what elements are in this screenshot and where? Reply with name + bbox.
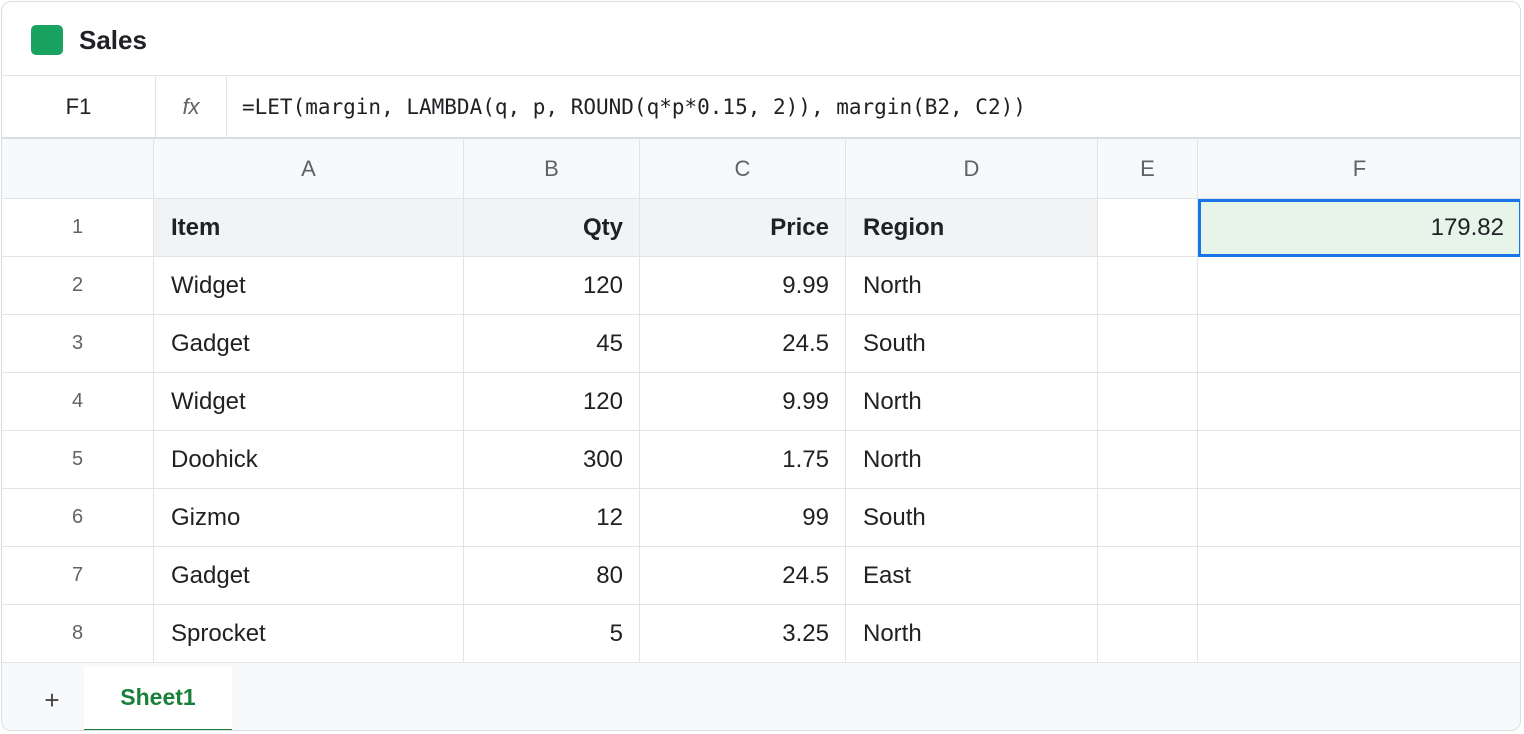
row-header-4[interactable]: 4: [2, 373, 154, 431]
cell-a2[interactable]: Widget: [154, 257, 464, 315]
cell-d2[interactable]: North: [846, 257, 1098, 315]
cell-b5[interactable]: 300: [464, 431, 640, 489]
fx-icon: fx: [156, 76, 227, 137]
cell-f1[interactable]: 179.82: [1198, 199, 1520, 257]
column-header-c[interactable]: C: [640, 139, 846, 199]
cell-a7[interactable]: Gadget: [154, 547, 464, 605]
cell-c3[interactable]: 24.5: [640, 315, 846, 373]
cell-d7[interactable]: East: [846, 547, 1098, 605]
formula-bar: F1 fx =LET(margin, LAMBDA(q, p, ROUND(q*…: [2, 76, 1520, 139]
cell-e7[interactable]: [1098, 547, 1198, 605]
cell-d5[interactable]: North: [846, 431, 1098, 489]
cell-a5[interactable]: Doohick: [154, 431, 464, 489]
cell-f8[interactable]: [1198, 605, 1520, 663]
cell-a4[interactable]: Widget: [154, 373, 464, 431]
row-header-8[interactable]: 8: [2, 605, 154, 663]
cell-b8[interactable]: 5: [464, 605, 640, 663]
cell-f6[interactable]: [1198, 489, 1520, 547]
cell-c8[interactable]: 3.25: [640, 605, 846, 663]
cell-c5[interactable]: 1.75: [640, 431, 846, 489]
cell-f2[interactable]: [1198, 257, 1520, 315]
select-all-corner[interactable]: [2, 139, 154, 199]
cell-d4[interactable]: North: [846, 373, 1098, 431]
tab-sheet1[interactable]: Sheet1: [84, 666, 232, 730]
cell-c2[interactable]: 9.99: [640, 257, 846, 315]
column-header-e[interactable]: E: [1098, 139, 1198, 199]
cell-b7[interactable]: 80: [464, 547, 640, 605]
cell-c6[interactable]: 99: [640, 489, 846, 547]
cell-d8[interactable]: North: [846, 605, 1098, 663]
row-header-3[interactable]: 3: [2, 315, 154, 373]
cell-b2[interactable]: 120: [464, 257, 640, 315]
row-header-5[interactable]: 5: [2, 431, 154, 489]
formula-input[interactable]: =LET(margin, LAMBDA(q, p, ROUND(q*p*0.15…: [242, 76, 1026, 137]
cell-f5[interactable]: [1198, 431, 1520, 489]
title-bar: Sales: [2, 2, 1520, 76]
cell-e4[interactable]: [1098, 373, 1198, 431]
row-header-1[interactable]: 1: [2, 199, 154, 257]
cell-a1[interactable]: Item: [154, 199, 464, 257]
column-header-b[interactable]: B: [464, 139, 640, 199]
column-header-f[interactable]: F: [1198, 139, 1520, 199]
cell-c4[interactable]: 9.99: [640, 373, 846, 431]
cell-e1[interactable]: [1098, 199, 1198, 257]
column-header-a[interactable]: A: [154, 139, 464, 199]
cell-b3[interactable]: 45: [464, 315, 640, 373]
spreadsheet-window: Sales F1 fx =LET(margin, LAMBDA(q, p, RO…: [1, 1, 1521, 731]
cell-a8[interactable]: Sprocket: [154, 605, 464, 663]
cell-e3[interactable]: [1098, 315, 1198, 373]
sheet-tab-bar: + Sheet1: [2, 662, 1520, 730]
cell-a6[interactable]: Gizmo: [154, 489, 464, 547]
cell-d1[interactable]: Region: [846, 199, 1098, 257]
cell-d3[interactable]: South: [846, 315, 1098, 373]
cell-e6[interactable]: [1098, 489, 1198, 547]
cell-f3[interactable]: [1198, 315, 1520, 373]
cell-b1[interactable]: Qty: [464, 199, 640, 257]
cell-e5[interactable]: [1098, 431, 1198, 489]
row-header-6[interactable]: 6: [2, 489, 154, 547]
cell-c1[interactable]: Price: [640, 199, 846, 257]
cell-d6[interactable]: South: [846, 489, 1098, 547]
cell-e8[interactable]: [1098, 605, 1198, 663]
row-header-2[interactable]: 2: [2, 257, 154, 315]
spreadsheet-logo-icon: [31, 25, 63, 55]
row-header-7[interactable]: 7: [2, 547, 154, 605]
cell-e2[interactable]: [1098, 257, 1198, 315]
document-title[interactable]: Sales: [79, 24, 147, 56]
column-header-d[interactable]: D: [846, 139, 1098, 199]
cell-b4[interactable]: 120: [464, 373, 640, 431]
add-sheet-button[interactable]: +: [38, 683, 66, 717]
cell-f4[interactable]: [1198, 373, 1520, 431]
cell-a3[interactable]: Gadget: [154, 315, 464, 373]
cell-b6[interactable]: 12: [464, 489, 640, 547]
name-box[interactable]: F1: [2, 76, 156, 137]
cell-f7[interactable]: [1198, 547, 1520, 605]
cell-c7[interactable]: 24.5: [640, 547, 846, 605]
